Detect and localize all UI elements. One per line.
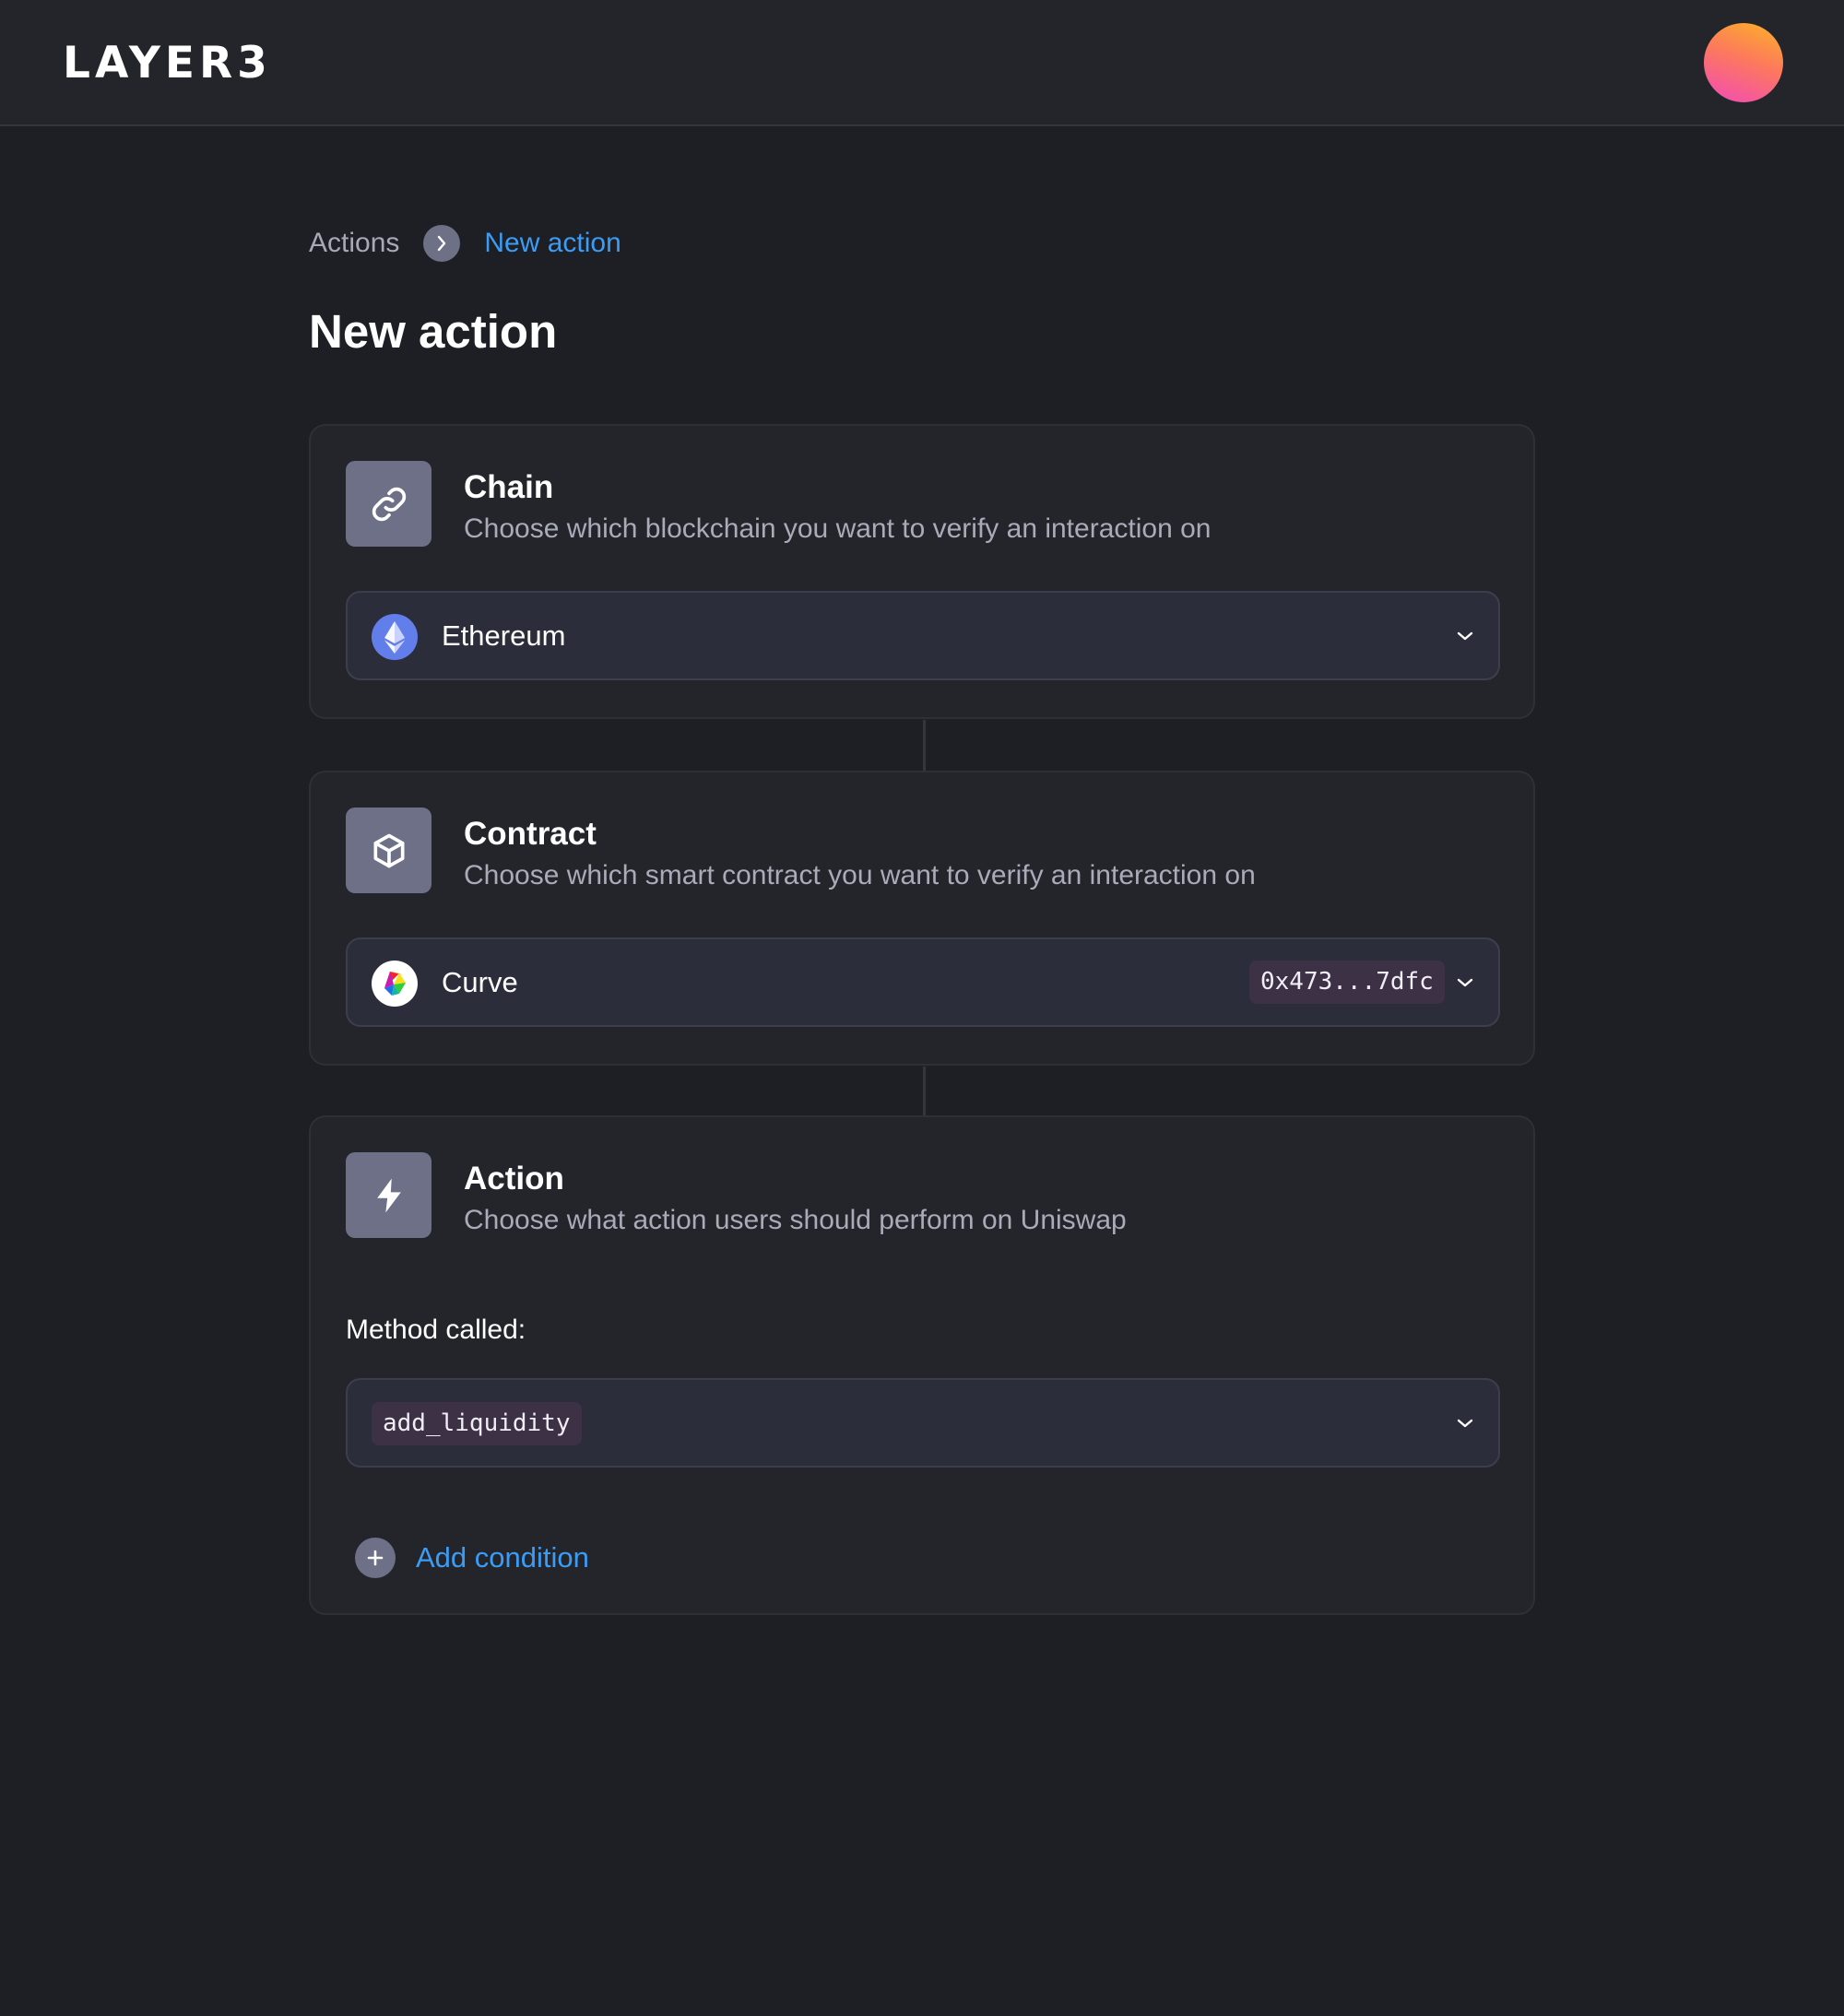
step-connector <box>923 1067 926 1115</box>
contract-card: Contract Choose which smart contract you… <box>309 771 1535 1066</box>
user-avatar[interactable] <box>1704 23 1783 102</box>
link-icon <box>346 461 431 547</box>
breadcrumb: Actions New action <box>309 225 621 262</box>
contract-title: Contract <box>464 816 597 852</box>
chevron-down-icon <box>1457 1419 1473 1428</box>
top-bar: LAYER3 <box>0 0 1844 126</box>
chain-select-value: Ethereum <box>442 619 566 652</box>
add-condition-button[interactable]: Add condition <box>355 1538 589 1578</box>
action-description: Choose what action users should perform … <box>464 1205 1127 1235</box>
chain-card: Chain Choose which blockchain you want t… <box>309 424 1535 719</box>
chain-description: Choose which blockchain you want to veri… <box>464 513 1212 544</box>
layer3-logo[interactable]: LAYER3 <box>63 41 272 87</box>
breadcrumb-current[interactable]: New action <box>484 228 621 259</box>
lightning-icon <box>346 1152 431 1238</box>
action-card: Action Choose what action users should p… <box>309 1115 1535 1615</box>
chevron-down-icon <box>1457 631 1473 641</box>
contract-select-value: Curve <box>442 966 518 998</box>
add-condition-label: Add condition <box>416 1541 589 1574</box>
step-connector <box>923 720 926 771</box>
method-value-badge: add_liquidity <box>372 1402 582 1445</box>
chain-select[interactable]: Ethereum <box>346 591 1500 680</box>
contract-description: Choose which smart contract you want to … <box>464 860 1256 890</box>
method-select[interactable]: add_liquidity <box>346 1378 1500 1468</box>
breadcrumb-actions-link[interactable]: Actions <box>309 228 399 259</box>
cube-icon <box>346 808 431 893</box>
action-title: Action <box>464 1161 564 1197</box>
contract-select[interactable]: Curve 0x473...7dfc <box>346 937 1500 1027</box>
ethereum-icon <box>372 614 418 660</box>
contract-address-badge: 0x473...7dfc <box>1249 961 1445 1004</box>
curve-logo-icon <box>372 961 418 1007</box>
page-title: New action <box>309 305 558 358</box>
chevron-right-icon <box>423 225 461 262</box>
plus-icon <box>355 1538 396 1578</box>
method-called-label: Method called: <box>346 1315 526 1345</box>
chevron-down-icon <box>1457 978 1473 987</box>
chain-title: Chain <box>464 469 554 505</box>
